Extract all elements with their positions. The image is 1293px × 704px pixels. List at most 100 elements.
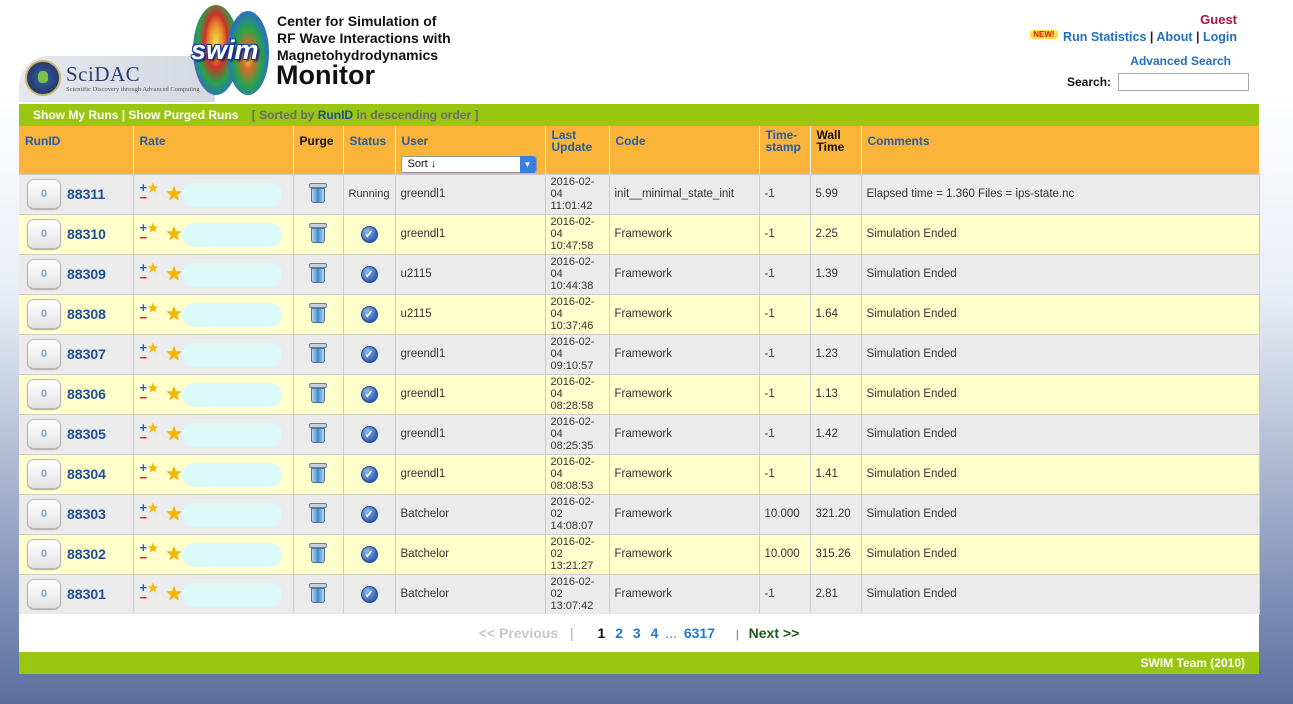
- rating-bar[interactable]: [181, 382, 282, 407]
- runid-link[interactable]: 88305: [67, 426, 106, 442]
- rating-bar[interactable]: [181, 542, 282, 567]
- run-count-button[interactable]: 0: [27, 339, 61, 369]
- trash-icon[interactable]: [309, 462, 327, 483]
- trash-icon[interactable]: [309, 262, 327, 283]
- col-header-runid[interactable]: RunID: [19, 126, 134, 155]
- table-row[interactable]: 0 88307 + − ★ ★ ✓ greendl1 2016-02-04 09:10:57 Fra…: [19, 334, 1260, 375]
- login-link[interactable]: Login: [1203, 30, 1237, 44]
- run-statistics-link[interactable]: Run Statistics: [1063, 30, 1146, 44]
- col-header-rate[interactable]: Rate: [133, 126, 294, 155]
- rating-bar[interactable]: [181, 182, 282, 207]
- run-count-button[interactable]: 0: [27, 539, 61, 569]
- runid-link[interactable]: 88306: [67, 386, 106, 402]
- star-icon[interactable]: ★: [166, 463, 183, 486]
- trash-icon[interactable]: [309, 502, 327, 523]
- plus-minus-star-icon[interactable]: + − ★: [140, 541, 159, 565]
- trash-icon[interactable]: [309, 182, 327, 203]
- plus-minus-star-icon[interactable]: + − ★: [140, 421, 159, 445]
- star-icon[interactable]: ★: [166, 503, 183, 526]
- advanced-search-link[interactable]: Advanced Search: [1130, 54, 1231, 68]
- runid-link[interactable]: 88308: [67, 306, 106, 322]
- plus-minus-star-icon[interactable]: + − ★: [140, 381, 159, 405]
- user-sort-select[interactable]: Sort ↓ ▼: [400, 155, 537, 173]
- swim-logo[interactable]: swim: [191, 5, 275, 100]
- star-icon[interactable]: ★: [166, 423, 183, 446]
- trash-icon[interactable]: [309, 382, 327, 403]
- runid-link[interactable]: 88304: [67, 466, 106, 482]
- show-purged-runs-link[interactable]: Show Purged Runs: [128, 108, 238, 122]
- run-count-button[interactable]: 0: [27, 379, 61, 409]
- trash-icon[interactable]: [309, 342, 327, 363]
- show-my-runs-link[interactable]: Show My Runs: [33, 108, 118, 122]
- table-row[interactable]: 0 88311 + − ★ ★ Running greendl1 2016-02-04 11:01…: [19, 174, 1260, 215]
- table-row[interactable]: 0 88305 + − ★ ★ ✓ greendl1 2016-02-04 08:25:35 Fra…: [19, 414, 1260, 455]
- runid-link[interactable]: 88310: [67, 226, 106, 242]
- rating-bar[interactable]: [181, 462, 282, 487]
- star-icon[interactable]: ★: [166, 223, 183, 246]
- runid-link[interactable]: 88311: [67, 186, 105, 202]
- run-count-button[interactable]: 0: [27, 259, 61, 289]
- run-count-button[interactable]: 0: [27, 419, 61, 449]
- col-header-timestamp[interactable]: Time-stamp: [759, 126, 811, 155]
- search-input[interactable]: [1118, 73, 1249, 91]
- table-row[interactable]: 0 88310 + − ★ ★ ✓ greendl1 2016-02-04 10:47:58 Fra…: [19, 214, 1260, 255]
- col-header-last-update[interactable]: Last Update: [545, 126, 610, 155]
- scidac-logo[interactable]: SciDAC Scientific Discovery through Adva…: [19, 56, 215, 102]
- star-icon[interactable]: ★: [166, 583, 183, 606]
- table-row[interactable]: 0 88302 + − ★ ★ ✓ Batchelor 2016-02-02 13:21:27 Fr…: [19, 534, 1260, 575]
- star-icon[interactable]: ★: [166, 263, 183, 286]
- plus-minus-star-icon[interactable]: + − ★: [140, 301, 159, 325]
- trash-icon[interactable]: [309, 422, 327, 443]
- plus-minus-star-icon[interactable]: + − ★: [140, 341, 159, 365]
- table-row[interactable]: 0 88304 + − ★ ★ ✓ greendl1 2016-02-04 08:08:53 Fra…: [19, 454, 1260, 495]
- plus-minus-star-icon[interactable]: + − ★: [140, 461, 159, 485]
- star-icon[interactable]: ★: [166, 383, 183, 406]
- run-count-button[interactable]: 0: [27, 579, 61, 609]
- plus-minus-star-icon[interactable]: + − ★: [140, 501, 159, 525]
- rating-bar[interactable]: [181, 302, 282, 327]
- star-icon[interactable]: ★: [166, 183, 183, 206]
- runid-link[interactable]: 88302: [67, 546, 106, 562]
- plus-minus-star-icon[interactable]: + − ★: [140, 261, 159, 285]
- run-count-button[interactable]: 0: [27, 499, 61, 529]
- rating-bar[interactable]: [181, 262, 282, 287]
- table-row[interactable]: 0 88303 + − ★ ★ ✓ Batchelor 2016-02-02 14:08:07 Fr…: [19, 494, 1260, 535]
- run-count-button[interactable]: 0: [27, 179, 61, 209]
- col-header-code[interactable]: Code: [609, 126, 760, 155]
- trash-icon[interactable]: [309, 582, 327, 603]
- page-link[interactable]: 3: [633, 625, 641, 641]
- runid-link[interactable]: 88309: [67, 266, 106, 282]
- rating-bar[interactable]: [181, 222, 282, 247]
- table-row[interactable]: 0 88308 + − ★ ★ ✓ u2115 2016-02-04 10:37:46 Framew…: [19, 294, 1260, 335]
- trash-icon[interactable]: [309, 302, 327, 323]
- star-icon[interactable]: ★: [166, 343, 183, 366]
- next-page-link[interactable]: Next >>: [749, 625, 800, 641]
- col-header-status[interactable]: Status: [343, 126, 396, 155]
- trash-icon[interactable]: [309, 542, 327, 563]
- runid-link[interactable]: 88301: [67, 586, 106, 602]
- table-row[interactable]: 0 88309 + − ★ ★ ✓ u2115 2016-02-04 10:44:38 Framew…: [19, 254, 1260, 295]
- runid-link[interactable]: 88307: [67, 346, 106, 362]
- table-row[interactable]: 0 88301 + − ★ ★ ✓ Batchelor 2016-02-02 13:07:42 Fr…: [19, 574, 1260, 615]
- table-row[interactable]: 0 88306 + − ★ ★ ✓ greendl1 2016-02-04 08:28:58 Fra…: [19, 374, 1260, 415]
- trash-icon[interactable]: [309, 222, 327, 243]
- rating-bar[interactable]: [181, 582, 282, 607]
- run-count-button[interactable]: 0: [27, 299, 61, 329]
- run-count-button[interactable]: 0: [27, 219, 61, 249]
- about-link[interactable]: About: [1156, 30, 1192, 44]
- plus-minus-star-icon[interactable]: + − ★: [140, 581, 159, 605]
- page-link[interactable]: 4: [651, 625, 659, 641]
- star-icon[interactable]: ★: [166, 303, 183, 326]
- rating-bar[interactable]: [181, 502, 282, 527]
- plus-minus-star-icon[interactable]: + − ★: [140, 221, 159, 245]
- rating-bar[interactable]: [181, 422, 282, 447]
- rating-bar[interactable]: [181, 342, 282, 367]
- col-header-comments[interactable]: Comments: [861, 126, 1260, 155]
- star-icon[interactable]: ★: [166, 543, 183, 566]
- runid-link[interactable]: 88303: [67, 506, 106, 522]
- previous-page-link[interactable]: << Previous: [479, 625, 558, 641]
- last-page-link[interactable]: 6317: [684, 625, 715, 641]
- page-link[interactable]: 2: [615, 625, 623, 641]
- col-header-user[interactable]: User: [395, 126, 546, 155]
- plus-minus-star-icon[interactable]: + − ★: [140, 181, 159, 205]
